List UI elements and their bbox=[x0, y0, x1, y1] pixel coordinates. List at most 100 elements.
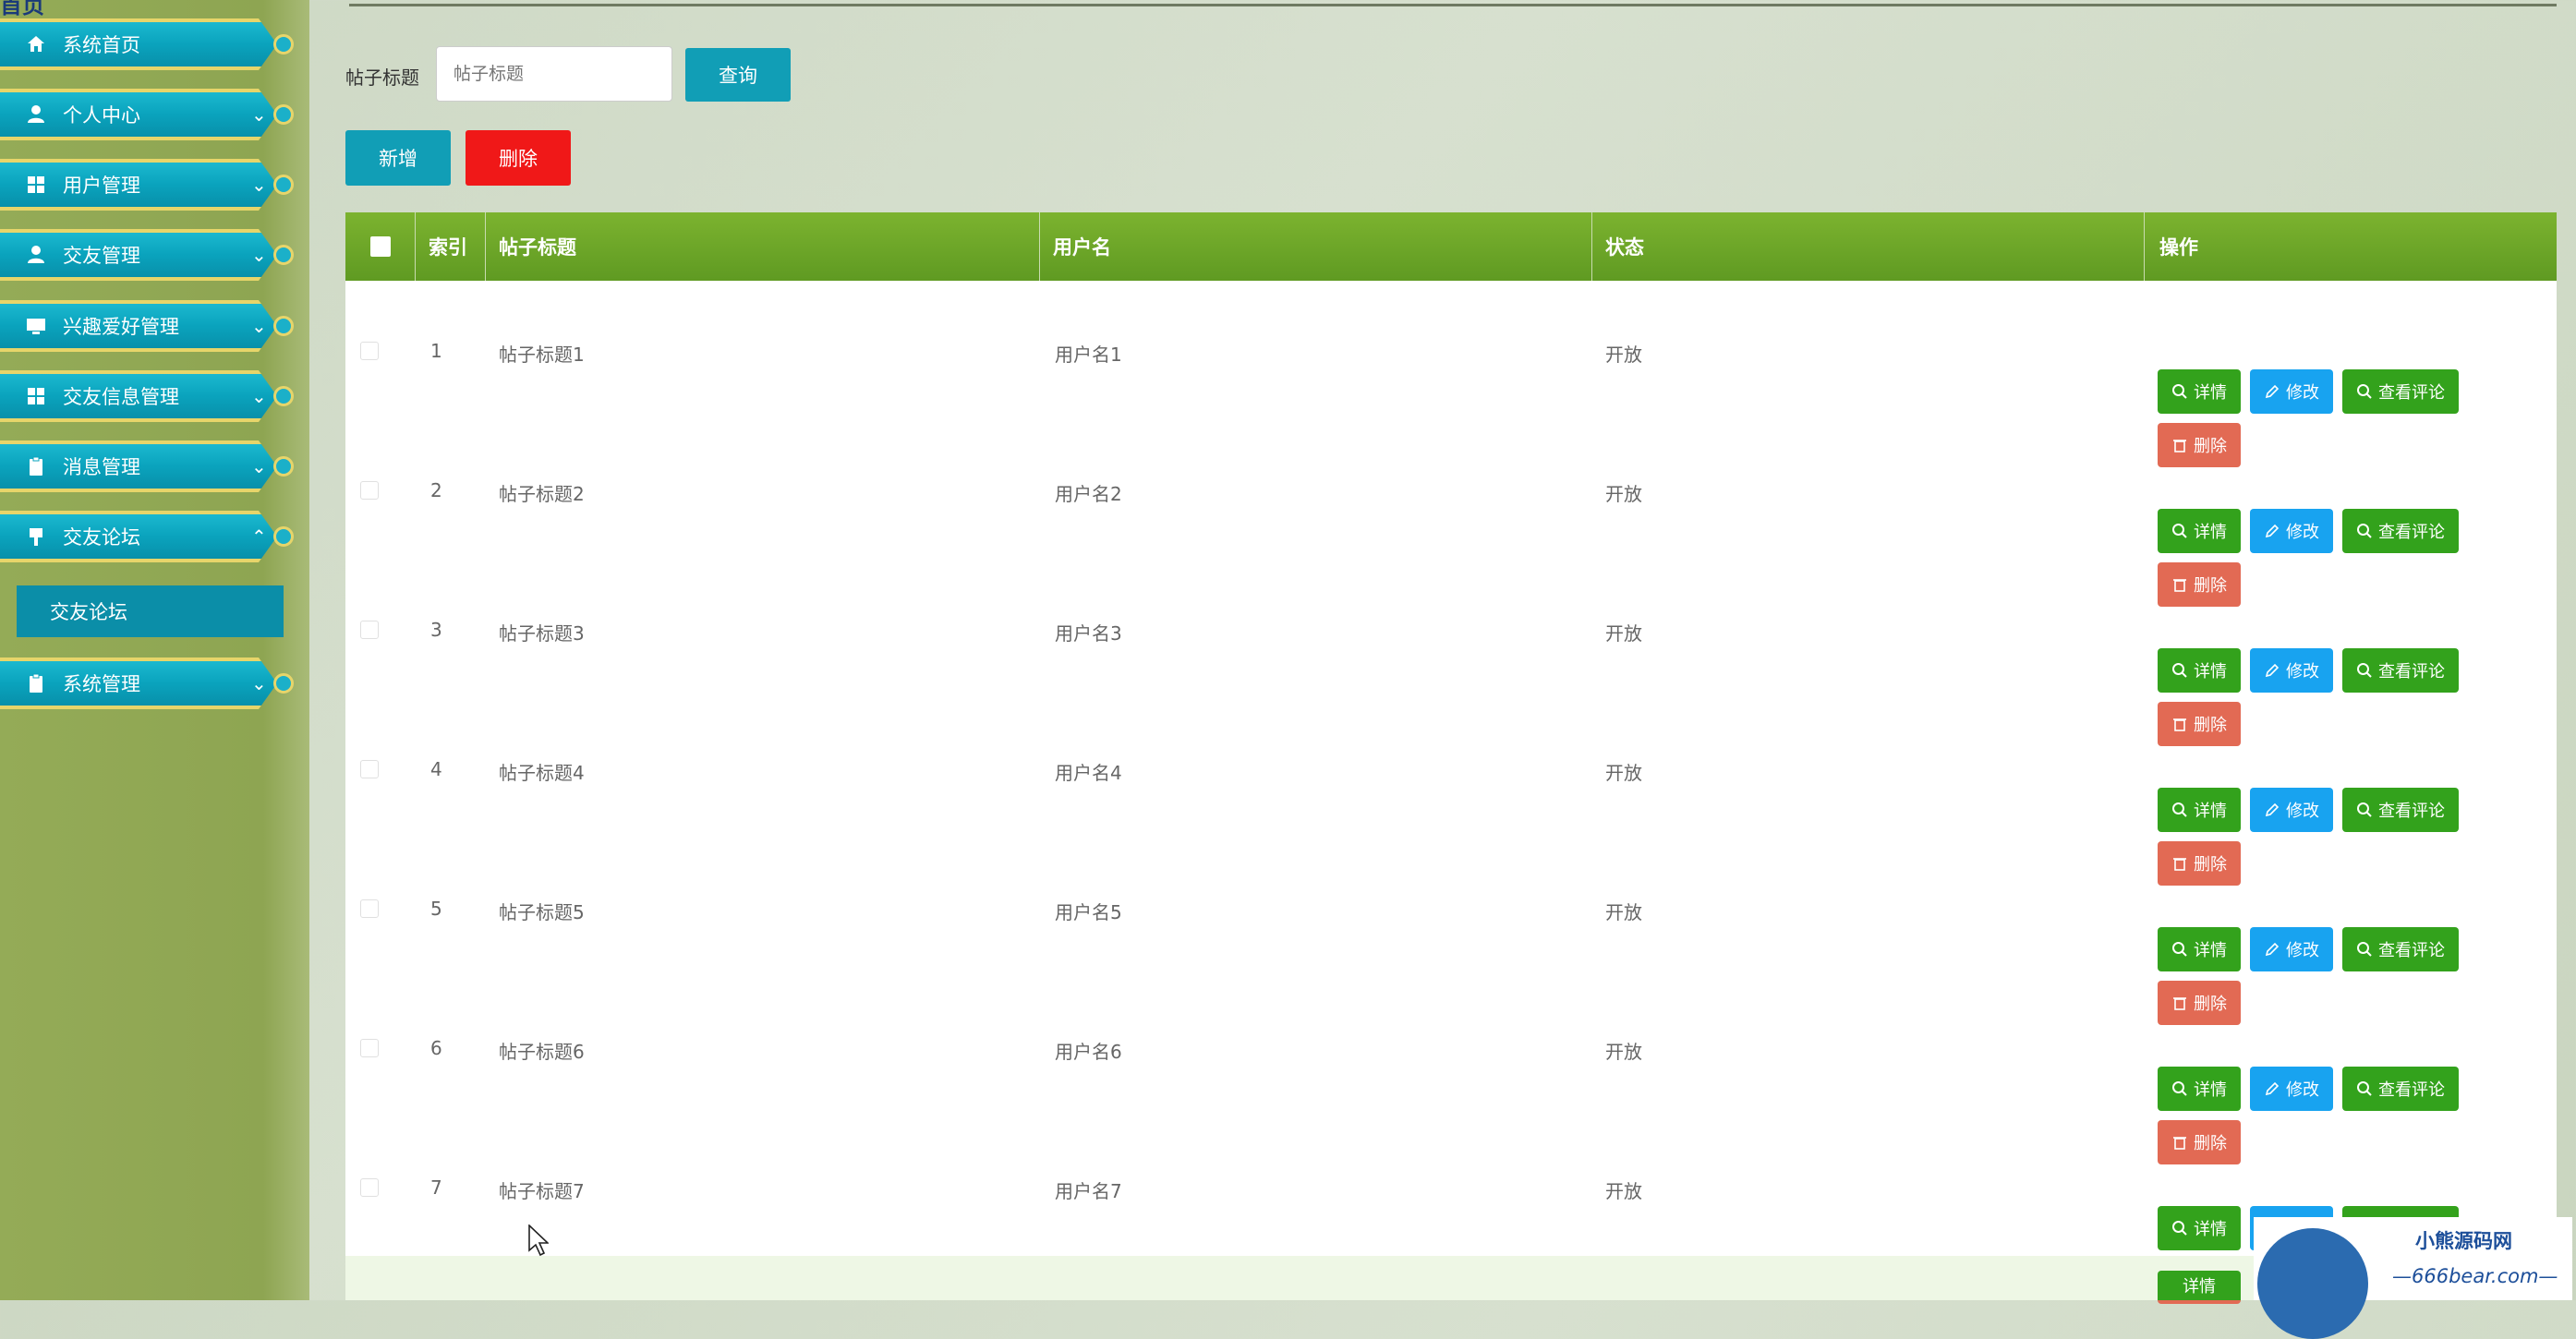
view-comments-button[interactable]: 查看评论 bbox=[2342, 648, 2459, 693]
detail-button[interactable]: 详情 bbox=[2158, 369, 2241, 414]
detail-button-label: 详情 bbox=[2194, 1080, 2227, 1100]
sidebar-item-label: 消息管理 bbox=[63, 456, 140, 478]
view-comments-button[interactable]: 查看评论 bbox=[2342, 927, 2459, 971]
sidebar-item-2[interactable]: 个人中心 ⌄ bbox=[0, 89, 277, 140]
row-checkbox[interactable] bbox=[360, 342, 379, 360]
row-checkbox[interactable] bbox=[360, 1178, 379, 1197]
row-title: 帖子标题6 bbox=[499, 1041, 585, 1063]
sidebar-item-label: 兴趣爱好管理 bbox=[63, 316, 179, 338]
row-title: 帖子标题2 bbox=[499, 483, 585, 505]
row-title: 帖子标题1 bbox=[499, 344, 585, 366]
pencil-icon bbox=[2264, 383, 2280, 400]
sidebar-item-7[interactable]: 消息管理 ⌄ bbox=[0, 440, 277, 492]
row-status: 开放 bbox=[1605, 1041, 1642, 1063]
row-checkbox[interactable] bbox=[360, 1039, 379, 1057]
row-user: 用户名6 bbox=[1055, 1041, 1122, 1063]
detail-button[interactable]: 详情 bbox=[2158, 509, 2241, 553]
nav-ornament-icon bbox=[273, 316, 294, 336]
watermark-url: —666bear.com— bbox=[2392, 1265, 2558, 1287]
sidebar-item-3[interactable]: 用户管理 ⌄ bbox=[0, 159, 277, 211]
header-index: 索引 bbox=[416, 212, 486, 281]
view-comments-button[interactable]: 查看评论 bbox=[2342, 1067, 2459, 1111]
detail-button[interactable]: 详情 bbox=[2158, 1067, 2241, 1111]
search-label: 帖子标题 bbox=[345, 66, 419, 89]
sidebar-item-label: 个人中心 bbox=[63, 104, 140, 127]
select-all-checkbox[interactable] bbox=[369, 236, 391, 257]
post-table: 索引 帖子标题 用户名 状态 操作 1 帖子标题1 用户名1 开放 详情 修改 查看评论 删除… bbox=[345, 212, 2557, 1304]
row-index: 5 bbox=[430, 898, 442, 920]
row-index: 6 bbox=[430, 1037, 442, 1059]
search-icon bbox=[2356, 383, 2373, 400]
home-icon bbox=[24, 32, 48, 56]
chevron-down-icon: ⌄ bbox=[251, 103, 267, 126]
nav-ornament-icon bbox=[273, 245, 294, 265]
edit-button-label: 修改 bbox=[2286, 1080, 2319, 1100]
table-row: 2 帖子标题2 用户名2 开放 详情 修改 查看评论 删除 bbox=[345, 420, 2557, 607]
sidebar-item-5[interactable]: 兴趣爱好管理 ⌄ bbox=[0, 300, 277, 352]
pencil-icon bbox=[2264, 662, 2280, 679]
add-button[interactable]: 新增 bbox=[345, 130, 451, 186]
row-checkbox[interactable] bbox=[360, 899, 379, 918]
bear-logo-icon bbox=[2257, 1228, 2368, 1339]
row-user: 用户名4 bbox=[1055, 762, 1122, 784]
sidebar-item-label: 系统管理 bbox=[63, 673, 140, 695]
sidebar-item-6[interactable]: 交友信息管理 ⌄ bbox=[0, 370, 277, 422]
view-comments-button[interactable]: 查看评论 bbox=[2342, 788, 2459, 832]
table-row: 4 帖子标题4 用户名4 开放 详情 修改 查看评论 删除 bbox=[345, 699, 2557, 886]
edit-button[interactable]: 修改 bbox=[2250, 1067, 2333, 1111]
detail-button[interactable]: 详情 bbox=[2158, 1271, 2241, 1300]
chevron-down-icon: ⌄ bbox=[251, 672, 267, 694]
sidebar-top-text: 首页 bbox=[0, 0, 44, 18]
search-icon bbox=[2171, 523, 2188, 539]
edit-button[interactable]: 修改 bbox=[2250, 788, 2333, 832]
search-input[interactable] bbox=[436, 46, 672, 102]
table-row: 1 帖子标题1 用户名1 开放 详情 修改 查看评论 删除 bbox=[345, 281, 2557, 467]
pencil-icon bbox=[2264, 523, 2280, 539]
mouse-cursor-icon bbox=[528, 1224, 549, 1256]
row-checkbox[interactable] bbox=[360, 481, 379, 500]
row-user: 用户名3 bbox=[1055, 622, 1122, 645]
header-user: 用户名 bbox=[1040, 212, 1592, 281]
query-button[interactable]: 查询 bbox=[685, 48, 791, 102]
clipboard-icon bbox=[24, 454, 48, 478]
view-comments-button-label: 查看评论 bbox=[2378, 383, 2445, 403]
row-status: 开放 bbox=[1605, 344, 1642, 366]
row-checkbox[interactable] bbox=[360, 621, 379, 639]
row-title: 帖子标题7 bbox=[499, 1180, 585, 1202]
view-comments-button[interactable]: 查看评论 bbox=[2342, 509, 2459, 553]
row-checkbox[interactable] bbox=[360, 760, 379, 778]
edit-button[interactable]: 修改 bbox=[2250, 927, 2333, 971]
detail-button[interactable]: 详情 bbox=[2158, 927, 2241, 971]
user-icon bbox=[24, 243, 48, 267]
sidebar-item-label: 系统首页 bbox=[63, 34, 140, 56]
search-icon bbox=[2171, 1080, 2188, 1097]
detail-button[interactable]: 详情 bbox=[2158, 648, 2241, 693]
sidebar-item-label: 交友论坛 bbox=[63, 526, 140, 549]
sidebar-item-8[interactable]: 交友论坛 ⌃ bbox=[0, 511, 277, 562]
sidebar-item-1[interactable]: 系统首页 bbox=[0, 18, 277, 70]
edit-button-label: 修改 bbox=[2286, 802, 2319, 821]
row-index: 7 bbox=[430, 1176, 442, 1199]
top-divider bbox=[349, 4, 2557, 6]
sidebar-subitem-forum[interactable]: 交友论坛 bbox=[17, 585, 284, 637]
detail-button[interactable]: 详情 bbox=[2158, 788, 2241, 832]
view-comments-button[interactable]: 查看评论 bbox=[2342, 369, 2459, 414]
row-index: 1 bbox=[430, 340, 442, 362]
edit-button[interactable]: 修改 bbox=[2250, 648, 2333, 693]
delete-button[interactable]: 删除 bbox=[466, 130, 571, 186]
view-comments-button-label: 查看评论 bbox=[2378, 1080, 2445, 1100]
watermark-name: 小熊源码网 bbox=[2415, 1230, 2512, 1252]
row-title: 帖子标题4 bbox=[499, 762, 585, 784]
search-icon bbox=[2356, 662, 2373, 679]
table-row-partial: 详情 bbox=[345, 1256, 2557, 1300]
sidebar-item-4[interactable]: 交友管理 ⌄ bbox=[0, 229, 277, 281]
edit-button[interactable]: 修改 bbox=[2250, 369, 2333, 414]
detail-button[interactable]: 详情 bbox=[2158, 1206, 2241, 1250]
edit-button[interactable]: 修改 bbox=[2250, 509, 2333, 553]
sidebar-item-9[interactable]: 系统管理 ⌄ bbox=[0, 657, 277, 709]
detail-button-label: 详情 bbox=[2194, 662, 2227, 682]
row-user: 用户名7 bbox=[1055, 1180, 1122, 1202]
user-icon bbox=[24, 103, 48, 127]
row-index: 3 bbox=[430, 619, 442, 641]
sidebar-item-label: 交友管理 bbox=[63, 245, 140, 267]
